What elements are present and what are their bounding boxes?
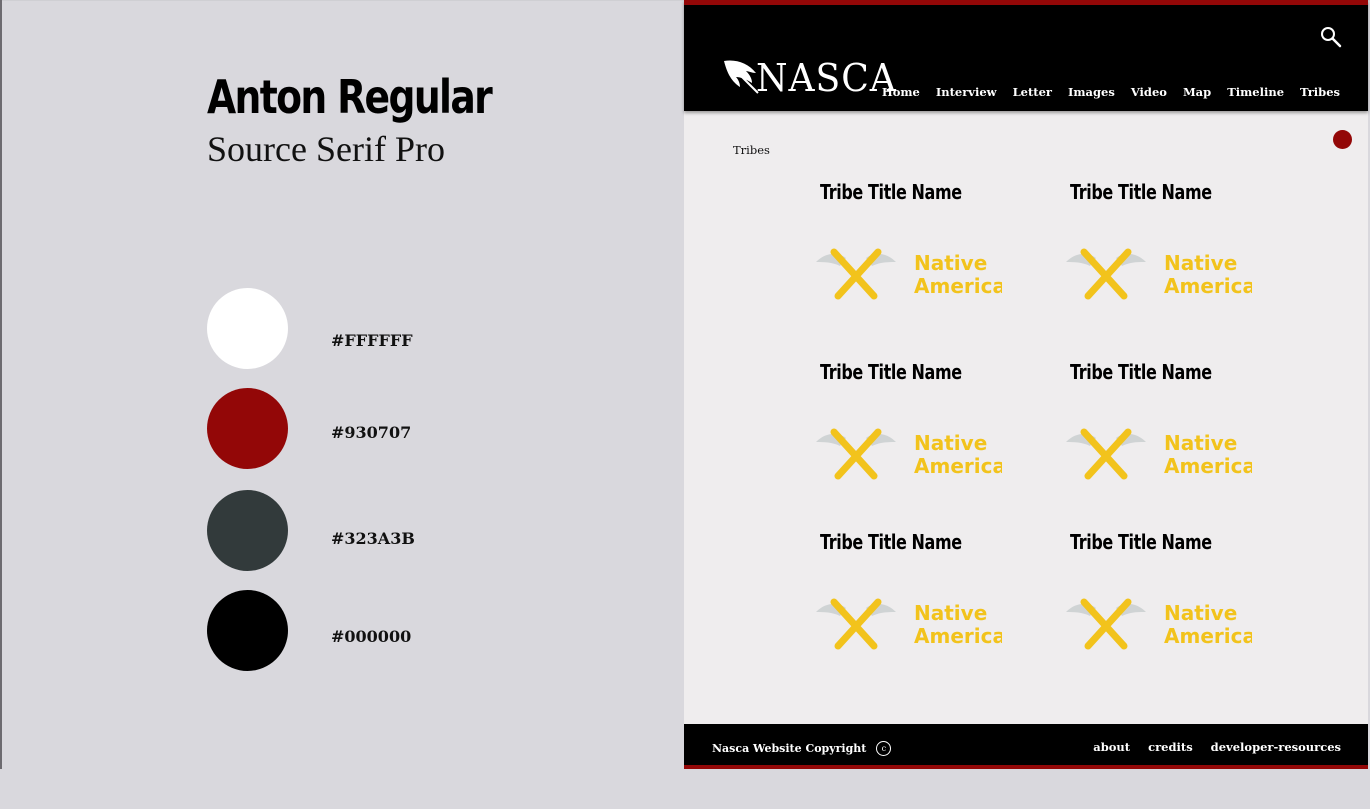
website-mockup: NASCA Home Interview Letter Images Video…: [684, 0, 1368, 769]
tribe-card[interactable]: Tribe Title Name Native America: [1062, 530, 1262, 680]
native-america-logo: Native America: [812, 424, 1002, 488]
native-america-logo: Native America: [812, 244, 1002, 308]
tribe-card[interactable]: Tribe Title Name Native America: [1062, 180, 1262, 330]
logo-line-2: America: [1164, 454, 1252, 478]
swatch-label-red: #930707: [331, 423, 412, 442]
logo-line-1: Native: [1164, 251, 1237, 275]
tribe-title: Tribe Title Name: [820, 530, 962, 554]
copyright-text: Nasca Website Copyright: [712, 742, 867, 755]
tribe-title: Tribe Title Name: [1070, 180, 1212, 204]
nav-tribes[interactable]: Tribes: [1300, 85, 1340, 99]
color-swatch-red: [207, 388, 288, 469]
copyright: Nasca Website Copyright c: [712, 741, 892, 756]
font-sample-secondary: Source Serif Pro: [207, 129, 445, 169]
logo-line-1: Native: [914, 601, 987, 625]
color-swatch-gray: [207, 490, 288, 571]
nav-images[interactable]: Images: [1068, 85, 1115, 99]
footer-link-credits[interactable]: credits: [1148, 740, 1193, 754]
breadcrumb[interactable]: Tribes: [733, 143, 770, 157]
footer-link-developer-resources[interactable]: developer-resources: [1211, 740, 1341, 754]
swatch-label-white: #FFFFFF: [331, 331, 413, 350]
indicator-dot: [1333, 130, 1352, 149]
native-america-logo: Native America: [1062, 244, 1252, 308]
footer-links: about credits developer-resources: [1075, 740, 1341, 754]
nav-letter[interactable]: Letter: [1013, 85, 1052, 99]
tribe-title: Tribe Title Name: [820, 180, 962, 204]
tribe-card[interactable]: Tribe Title Name Native America: [812, 180, 1012, 330]
font-sample-primary: Anton Regular: [207, 70, 493, 124]
swatch-label-gray: #323A3B: [331, 529, 415, 548]
logo-line-1: Native: [1164, 431, 1237, 455]
color-swatch-white: [207, 288, 288, 369]
logo-line-2: America: [914, 274, 1002, 298]
logo-line-2: America: [914, 624, 1002, 648]
tribe-title: Tribe Title Name: [820, 360, 962, 384]
native-america-logo: Native America: [1062, 594, 1252, 658]
logo-line-2: America: [1164, 274, 1252, 298]
logo-line-2: America: [914, 454, 1002, 478]
nav-timeline[interactable]: Timeline: [1227, 85, 1284, 99]
logo-line-1: Native: [914, 251, 987, 275]
color-swatch-black: [207, 590, 288, 671]
logo-line-2: America: [1164, 624, 1252, 648]
nav-map[interactable]: Map: [1183, 85, 1211, 99]
nav-video[interactable]: Video: [1131, 85, 1167, 99]
copyright-icon: c: [876, 741, 892, 756]
logo-line-1: Native: [914, 431, 987, 455]
tribe-title: Tribe Title Name: [1070, 530, 1212, 554]
footer-link-about[interactable]: about: [1093, 740, 1130, 754]
nav-home[interactable]: Home: [882, 85, 920, 99]
search-icon[interactable]: [1319, 25, 1343, 49]
native-america-logo: Native America: [1062, 424, 1252, 488]
main-nav: Home Interview Letter Images Video Map T…: [866, 85, 1340, 99]
tribe-card[interactable]: Tribe Title Name Native America: [1062, 360, 1262, 510]
tribe-title: Tribe Title Name: [1070, 360, 1212, 384]
logo-line-1: Native: [1164, 601, 1237, 625]
native-america-logo: Native America: [812, 594, 1002, 658]
site-footer: Nasca Website Copyright c about credits …: [684, 724, 1368, 769]
site-header: NASCA Home Interview Letter Images Video…: [684, 0, 1368, 111]
left-border: [0, 0, 2, 769]
swatch-label-black: #000000: [331, 627, 412, 646]
nav-interview[interactable]: Interview: [936, 85, 997, 99]
tribe-card[interactable]: Tribe Title Name Native America: [812, 360, 1012, 510]
tribe-card[interactable]: Tribe Title Name Native America: [812, 530, 1012, 680]
